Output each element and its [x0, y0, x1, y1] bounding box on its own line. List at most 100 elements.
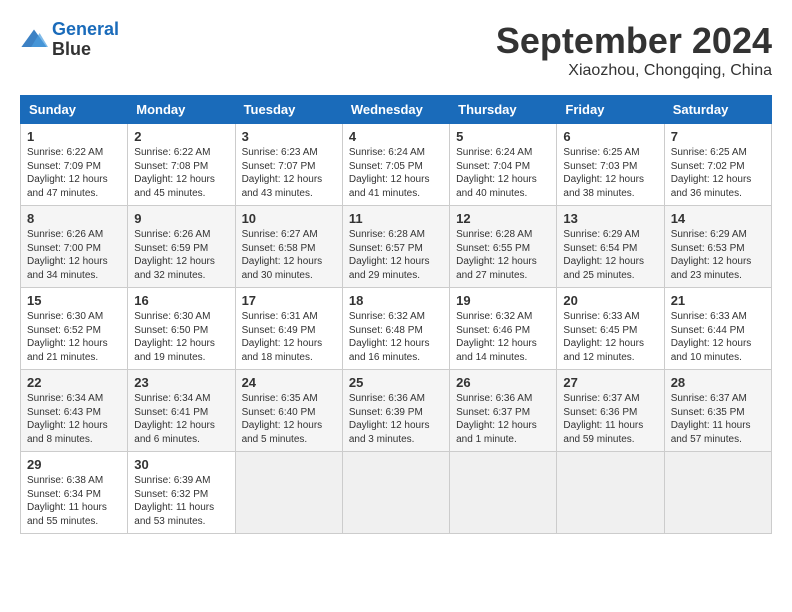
calendar-cell: 2 Sunrise: 6:22 AMSunset: 7:08 PMDayligh… [128, 124, 235, 206]
logo: General Blue [20, 20, 119, 60]
calendar-cell: 3 Sunrise: 6:23 AMSunset: 7:07 PMDayligh… [235, 124, 342, 206]
calendar-cell: 29 Sunrise: 6:38 AMSunset: 6:34 PMDaylig… [21, 452, 128, 534]
calendar-body: 1 Sunrise: 6:22 AMSunset: 7:09 PMDayligh… [21, 124, 772, 534]
cell-info: Sunrise: 6:25 AMSunset: 7:02 PMDaylight:… [671, 147, 752, 199]
cell-info: Sunrise: 6:38 AMSunset: 6:34 PMDaylight:… [27, 475, 107, 527]
cell-info: Sunrise: 6:34 AMSunset: 6:43 PMDaylight:… [27, 393, 108, 445]
calendar-cell: 13 Sunrise: 6:29 AMSunset: 6:54 PMDaylig… [557, 206, 664, 288]
day-number: 3 [242, 129, 336, 144]
cell-info: Sunrise: 6:39 AMSunset: 6:32 PMDaylight:… [134, 475, 214, 527]
header-day-saturday: Saturday [664, 96, 771, 124]
cell-info: Sunrise: 6:22 AMSunset: 7:08 PMDaylight:… [134, 147, 215, 199]
cell-info: Sunrise: 6:23 AMSunset: 7:07 PMDaylight:… [242, 147, 323, 199]
day-number: 6 [563, 129, 657, 144]
logo-text: General Blue [52, 20, 119, 60]
calendar-cell: 7 Sunrise: 6:25 AMSunset: 7:02 PMDayligh… [664, 124, 771, 206]
page-header: General Blue September 2024 Xiaozhou, Ch… [20, 20, 772, 80]
cell-info: Sunrise: 6:32 AMSunset: 6:46 PMDaylight:… [456, 311, 537, 363]
calendar-cell: 20 Sunrise: 6:33 AMSunset: 6:45 PMDaylig… [557, 288, 664, 370]
cell-info: Sunrise: 6:22 AMSunset: 7:09 PMDaylight:… [27, 147, 108, 199]
day-number: 30 [134, 457, 228, 472]
cell-info: Sunrise: 6:33 AMSunset: 6:45 PMDaylight:… [563, 311, 644, 363]
cell-info: Sunrise: 6:31 AMSunset: 6:49 PMDaylight:… [242, 311, 323, 363]
cell-info: Sunrise: 6:32 AMSunset: 6:48 PMDaylight:… [349, 311, 430, 363]
header-row: SundayMondayTuesdayWednesdayThursdayFrid… [21, 96, 772, 124]
day-number: 17 [242, 293, 336, 308]
week-row-1: 1 Sunrise: 6:22 AMSunset: 7:09 PMDayligh… [21, 124, 772, 206]
calendar-cell: 25 Sunrise: 6:36 AMSunset: 6:39 PMDaylig… [342, 370, 449, 452]
calendar-cell [557, 452, 664, 534]
day-number: 7 [671, 129, 765, 144]
calendar-cell: 4 Sunrise: 6:24 AMSunset: 7:05 PMDayligh… [342, 124, 449, 206]
header-day-thursday: Thursday [450, 96, 557, 124]
calendar-cell: 27 Sunrise: 6:37 AMSunset: 6:36 PMDaylig… [557, 370, 664, 452]
title-block: September 2024 Xiaozhou, Chongqing, Chin… [496, 20, 772, 80]
cell-info: Sunrise: 6:34 AMSunset: 6:41 PMDaylight:… [134, 393, 215, 445]
day-number: 18 [349, 293, 443, 308]
week-row-2: 8 Sunrise: 6:26 AMSunset: 7:00 PMDayligh… [21, 206, 772, 288]
cell-info: Sunrise: 6:25 AMSunset: 7:03 PMDaylight:… [563, 147, 644, 199]
header-day-wednesday: Wednesday [342, 96, 449, 124]
cell-info: Sunrise: 6:26 AMSunset: 6:59 PMDaylight:… [134, 229, 215, 281]
day-number: 12 [456, 211, 550, 226]
calendar-cell [235, 452, 342, 534]
day-number: 22 [27, 375, 121, 390]
cell-info: Sunrise: 6:29 AMSunset: 6:53 PMDaylight:… [671, 229, 752, 281]
day-number: 19 [456, 293, 550, 308]
calendar-cell: 1 Sunrise: 6:22 AMSunset: 7:09 PMDayligh… [21, 124, 128, 206]
cell-info: Sunrise: 6:24 AMSunset: 7:05 PMDaylight:… [349, 147, 430, 199]
cell-info: Sunrise: 6:28 AMSunset: 6:55 PMDaylight:… [456, 229, 537, 281]
day-number: 8 [27, 211, 121, 226]
cell-info: Sunrise: 6:26 AMSunset: 7:00 PMDaylight:… [27, 229, 108, 281]
day-number: 11 [349, 211, 443, 226]
calendar-cell: 21 Sunrise: 6:33 AMSunset: 6:44 PMDaylig… [664, 288, 771, 370]
day-number: 5 [456, 129, 550, 144]
cell-info: Sunrise: 6:37 AMSunset: 6:35 PMDaylight:… [671, 393, 751, 445]
calendar-cell: 30 Sunrise: 6:39 AMSunset: 6:32 PMDaylig… [128, 452, 235, 534]
calendar-table: SundayMondayTuesdayWednesdayThursdayFrid… [20, 95, 772, 534]
calendar-cell: 12 Sunrise: 6:28 AMSunset: 6:55 PMDaylig… [450, 206, 557, 288]
cell-info: Sunrise: 6:36 AMSunset: 6:39 PMDaylight:… [349, 393, 430, 445]
cell-info: Sunrise: 6:28 AMSunset: 6:57 PMDaylight:… [349, 229, 430, 281]
day-number: 24 [242, 375, 336, 390]
day-number: 20 [563, 293, 657, 308]
calendar-cell: 22 Sunrise: 6:34 AMSunset: 6:43 PMDaylig… [21, 370, 128, 452]
calendar-cell: 15 Sunrise: 6:30 AMSunset: 6:52 PMDaylig… [21, 288, 128, 370]
calendar-cell: 17 Sunrise: 6:31 AMSunset: 6:49 PMDaylig… [235, 288, 342, 370]
calendar-cell: 11 Sunrise: 6:28 AMSunset: 6:57 PMDaylig… [342, 206, 449, 288]
logo-icon [20, 26, 48, 54]
calendar-cell [342, 452, 449, 534]
calendar-cell: 23 Sunrise: 6:34 AMSunset: 6:41 PMDaylig… [128, 370, 235, 452]
calendar-cell [664, 452, 771, 534]
day-number: 15 [27, 293, 121, 308]
week-row-4: 22 Sunrise: 6:34 AMSunset: 6:43 PMDaylig… [21, 370, 772, 452]
calendar-header: SundayMondayTuesdayWednesdayThursdayFrid… [21, 96, 772, 124]
cell-info: Sunrise: 6:27 AMSunset: 6:58 PMDaylight:… [242, 229, 323, 281]
calendar-cell: 5 Sunrise: 6:24 AMSunset: 7:04 PMDayligh… [450, 124, 557, 206]
day-number: 29 [27, 457, 121, 472]
calendar-cell [450, 452, 557, 534]
header-day-tuesday: Tuesday [235, 96, 342, 124]
cell-info: Sunrise: 6:35 AMSunset: 6:40 PMDaylight:… [242, 393, 323, 445]
cell-info: Sunrise: 6:30 AMSunset: 6:50 PMDaylight:… [134, 311, 215, 363]
day-number: 4 [349, 129, 443, 144]
day-number: 26 [456, 375, 550, 390]
calendar-cell: 6 Sunrise: 6:25 AMSunset: 7:03 PMDayligh… [557, 124, 664, 206]
day-number: 1 [27, 129, 121, 144]
cell-info: Sunrise: 6:30 AMSunset: 6:52 PMDaylight:… [27, 311, 108, 363]
cell-info: Sunrise: 6:24 AMSunset: 7:04 PMDaylight:… [456, 147, 537, 199]
location: Xiaozhou, Chongqing, China [496, 62, 772, 80]
day-number: 21 [671, 293, 765, 308]
calendar-cell: 9 Sunrise: 6:26 AMSunset: 6:59 PMDayligh… [128, 206, 235, 288]
cell-info: Sunrise: 6:37 AMSunset: 6:36 PMDaylight:… [563, 393, 643, 445]
calendar-cell: 26 Sunrise: 6:36 AMSunset: 6:37 PMDaylig… [450, 370, 557, 452]
header-day-friday: Friday [557, 96, 664, 124]
calendar-cell: 8 Sunrise: 6:26 AMSunset: 7:00 PMDayligh… [21, 206, 128, 288]
logo-line2: Blue [52, 39, 91, 59]
day-number: 13 [563, 211, 657, 226]
day-number: 10 [242, 211, 336, 226]
header-day-monday: Monday [128, 96, 235, 124]
day-number: 23 [134, 375, 228, 390]
cell-info: Sunrise: 6:29 AMSunset: 6:54 PMDaylight:… [563, 229, 644, 281]
day-number: 27 [563, 375, 657, 390]
